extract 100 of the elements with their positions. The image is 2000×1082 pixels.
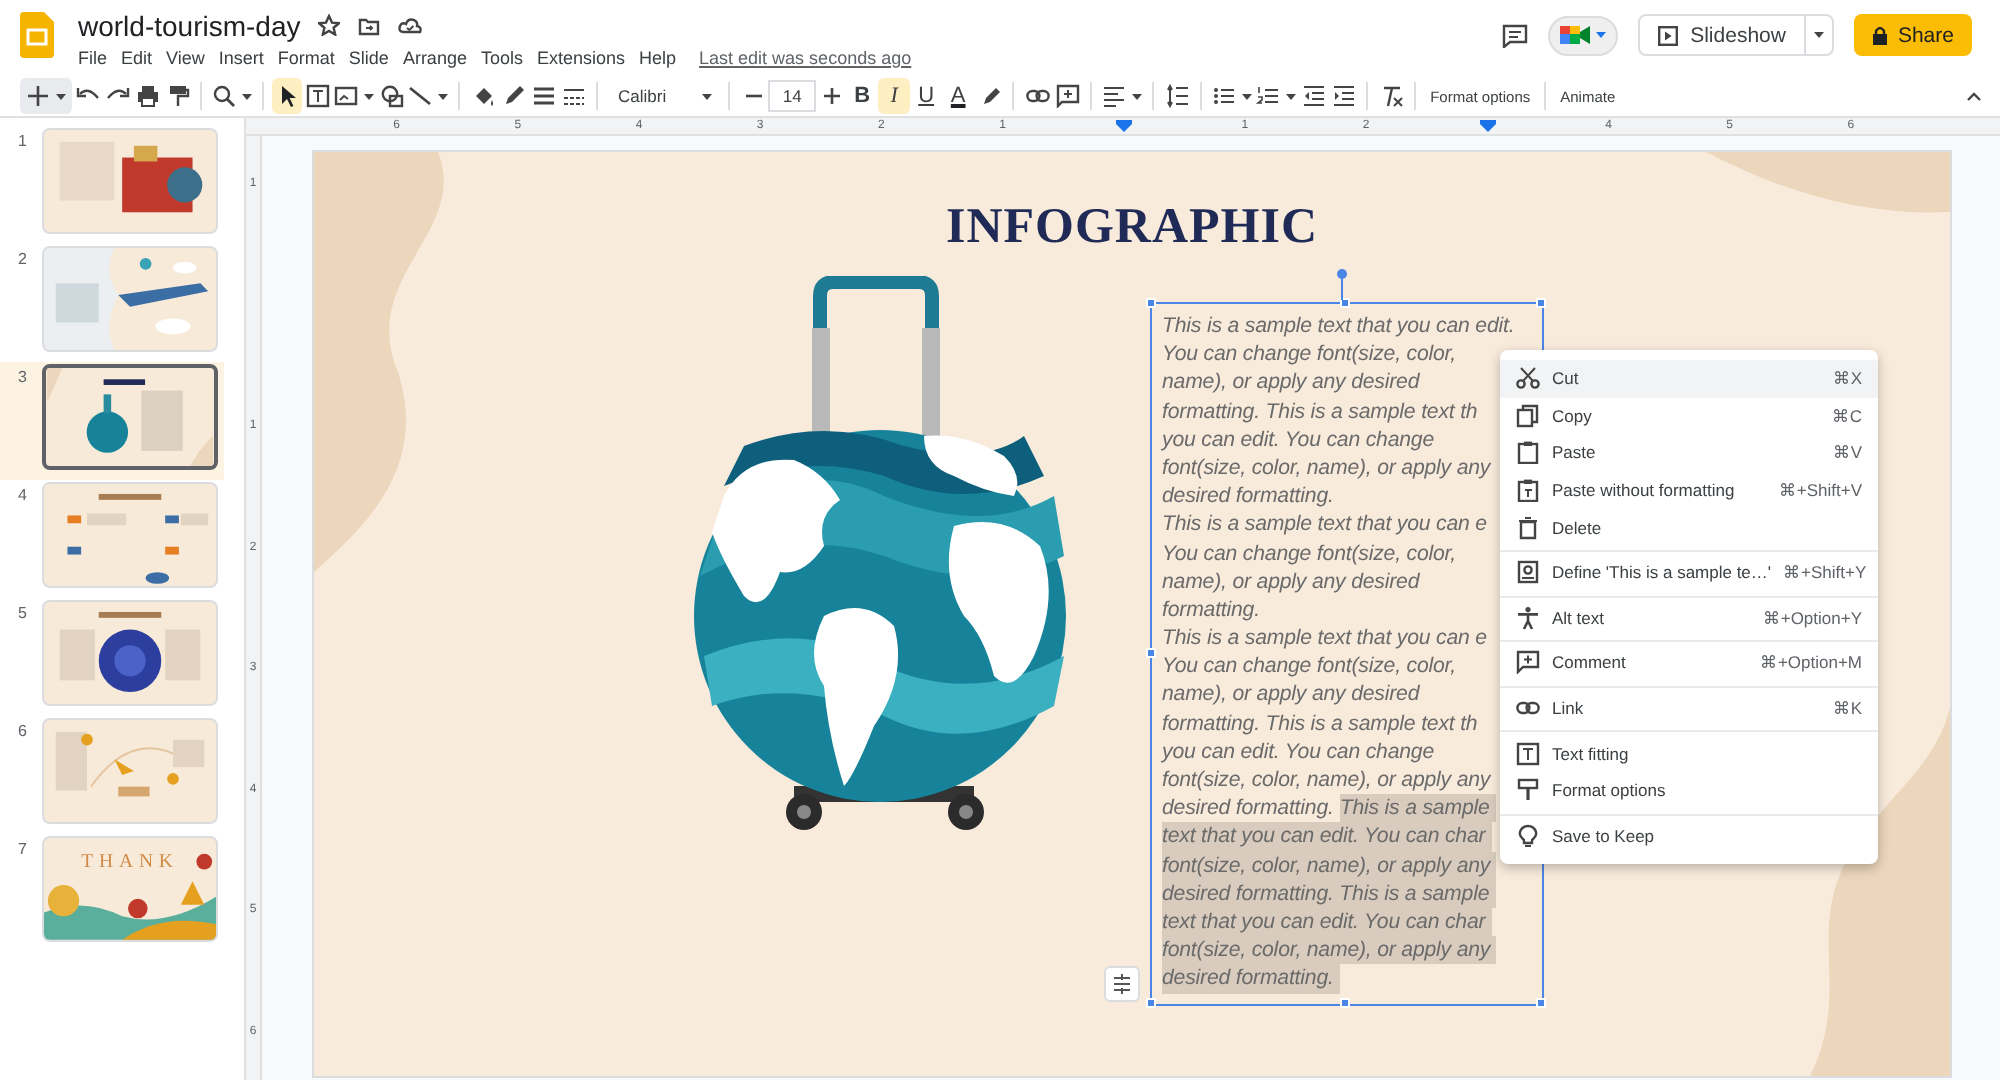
menu-item[interactable]: Cut ⌘X [1500, 360, 1878, 398]
tab-marker-icon[interactable] [1479, 119, 1496, 133]
filmstrip-item[interactable]: 4 [0, 480, 224, 598]
meet-button[interactable] [1548, 15, 1619, 55]
menu-item[interactable]: Text fitting [1500, 734, 1878, 772]
menu-item[interactable]: Edit [114, 48, 160, 68]
slide-number: 6 [16, 720, 29, 740]
text-style-button[interactable]: I [878, 78, 911, 114]
menu-label: Paste [1552, 442, 1596, 463]
caret-icon [364, 93, 374, 99]
text-style-button[interactable]: B [846, 78, 879, 114]
resize-handle[interactable] [1145, 647, 1155, 657]
font-dropdown[interactable]: Calibri [606, 78, 721, 114]
selected-text: text that you can edit. You can char [1162, 907, 1492, 937]
caret-icon [242, 93, 252, 99]
resize-handle[interactable] [1535, 997, 1545, 1007]
star-icon[interactable] [318, 14, 341, 36]
menu-item[interactable]: View [159, 48, 212, 68]
rotate-handle[interactable] [1336, 268, 1348, 300]
menu-item[interactable]: Format options [1500, 771, 1878, 810]
menu-label: Text fitting [1552, 743, 1629, 764]
menu-item[interactable]: Save to Keep [1500, 817, 1878, 855]
folder-icon[interactable] [358, 15, 381, 35]
filmstrip-item[interactable]: 1 [0, 126, 224, 244]
font-size-field[interactable]: 14 [768, 80, 817, 112]
menu-item[interactable]: Format [270, 48, 342, 68]
slide-number: 4 [16, 484, 29, 504]
last-edit-link[interactable]: Last edit was seconds ago [699, 48, 912, 68]
clear-formatting-icon [1379, 84, 1404, 108]
slide-title: INFOGRAPHIC [945, 200, 1319, 256]
menu-item[interactable]: Define 'This is a sample te…' ⌘+Shift+Y [1500, 553, 1878, 592]
body-text: formatting. This is a sample text th [1162, 709, 1480, 738]
document-title[interactable]: world-tourism-day [78, 9, 301, 41]
image-icon [334, 84, 358, 108]
text-box-icon [305, 84, 329, 108]
menu-item[interactable]: Arrange [395, 48, 474, 68]
text-style-button[interactable]: A [942, 78, 975, 114]
caret-icon [702, 93, 713, 99]
text-style-button[interactable]: U [910, 78, 943, 114]
shortcut-text: ⌘X [1832, 368, 1862, 389]
new-slide-button[interactable] [20, 78, 72, 114]
menu-label: Format options [1552, 780, 1666, 801]
filmstrip-item[interactable]: 6 [0, 716, 224, 834]
menu-item[interactable]: Comment ⌘+Option+M [1500, 644, 1878, 682]
slide-number: 2 [16, 248, 29, 268]
menu-item[interactable]: Slide [341, 48, 396, 68]
filmstrip-item[interactable]: 3 [0, 362, 224, 480]
resize-handle[interactable] [1145, 997, 1155, 1007]
selected-text: font(size, color, name), or apply any [1162, 936, 1497, 965]
share-button[interactable]: Share [1853, 14, 1972, 56]
comment-icon[interactable] [1502, 23, 1529, 47]
select-tool-button[interactable] [272, 78, 302, 114]
body-text: desired formatting. [1162, 482, 1336, 511]
filmstrip-item[interactable]: 2 [0, 244, 224, 362]
slide-number: 1 [16, 130, 29, 150]
alignment-icon [1112, 974, 1132, 994]
body-text: you can edit. You can change [1162, 737, 1437, 766]
body-text: name), or apply any desired [1162, 567, 1422, 596]
menu-item[interactable]: Paste ⌘V [1500, 434, 1878, 472]
caret-icon [1132, 93, 1143, 99]
menu-item[interactable]: File [78, 48, 115, 68]
menu-item[interactable]: Extensions [529, 48, 633, 68]
caret-icon [1813, 32, 1824, 38]
text-options-button[interactable] [1104, 966, 1140, 1002]
body-text: font(size, color, name), or apply any [1162, 766, 1493, 795]
menu-item[interactable]: Link ⌘K [1500, 689, 1878, 727]
menu-item[interactable]: Copy ⌘C [1500, 397, 1878, 435]
menu-item[interactable]: Tools [473, 48, 530, 68]
bulleted-list-icon [1212, 84, 1237, 108]
resize-handle[interactable] [1340, 297, 1350, 307]
filmstrip-item[interactable]: 5 [0, 598, 224, 716]
menu-item[interactable]: Delete [1500, 508, 1878, 546]
menu-label: Paste without formatting [1552, 480, 1735, 501]
line-icon [408, 84, 432, 108]
menu-item[interactable]: Alt text ⌘+Option+Y [1500, 599, 1878, 637]
menu-label: Comment [1552, 652, 1626, 673]
body-text: This is a sample text that you can edit. [1162, 312, 1517, 341]
resize-handle[interactable] [1145, 297, 1155, 307]
clipboard-icon [1516, 440, 1540, 465]
menu-item[interactable]: Paste without formatting ⌘+Shift+V [1500, 471, 1878, 509]
body-text: font(size, color, name), or apply any [1162, 453, 1493, 483]
cloud-icon[interactable] [398, 16, 423, 34]
resize-handle[interactable] [1535, 297, 1545, 307]
selected-text: desired formatting. [1162, 964, 1340, 993]
line-spacing-icon [1165, 84, 1190, 108]
menu-item[interactable]: Help [632, 48, 684, 68]
shape-icon [379, 84, 403, 108]
caret-icon [1242, 93, 1253, 99]
body-text: formatting. This is a sample text th [1162, 397, 1480, 426]
menu-item[interactable]: Insert [211, 48, 271, 68]
thumbnail-caption: THANK [81, 851, 179, 874]
menu-label: Copy [1552, 405, 1592, 426]
paint-roller-icon [1516, 778, 1540, 803]
selected-text: font(size, color, name), or apply any [1162, 851, 1497, 880]
shortcut-text: ⌘K [1832, 698, 1862, 719]
body-text: you can edit. You can change [1162, 425, 1437, 454]
paint-bucket-icon [471, 84, 495, 108]
filmstrip-item[interactable]: 7 THANK [0, 834, 224, 952]
slide-number: 3 [16, 366, 29, 386]
resize-handle[interactable] [1340, 997, 1350, 1007]
